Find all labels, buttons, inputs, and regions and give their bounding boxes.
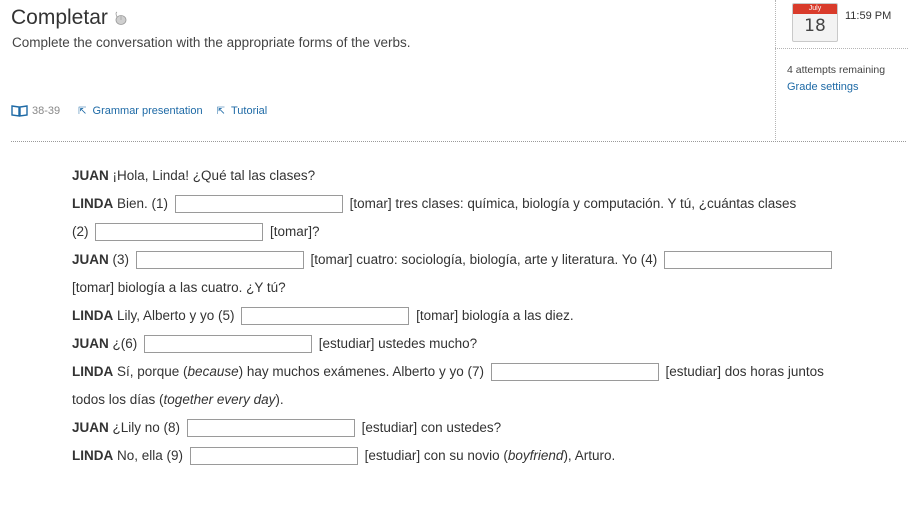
- conversation-line: JUAN ¿(6) [estudiar] ustedes mucho?: [72, 330, 892, 358]
- line-text: (2): [72, 224, 89, 239]
- answer-input-7[interactable]: [490, 363, 659, 382]
- tutorial-link[interactable]: ⇱ Tutorial: [217, 105, 268, 117]
- conversation-line: LINDA Bien. (1) [tomar] tres clases: quí…: [72, 190, 892, 218]
- answer-input-8[interactable]: [186, 419, 355, 438]
- answer-input-2[interactable]: [95, 223, 264, 242]
- answer-input-1[interactable]: [174, 195, 343, 214]
- speaker-name: LINDA: [72, 364, 114, 379]
- gloss: because: [187, 364, 239, 379]
- line-text: [estudiar] con ustedes?: [361, 420, 502, 435]
- line-text: Sí, porque (: [113, 364, 188, 379]
- conversation-line: JUAN ¡Hola, Linda! ¿Qué tal las clases?: [72, 162, 892, 190]
- calendar-month: July: [793, 4, 837, 14]
- line-text: ).: [275, 392, 284, 407]
- due-time: 11:59 PM: [845, 10, 892, 22]
- calendar-day: 18: [804, 16, 826, 36]
- line-text: ¿Lily no (8): [108, 420, 181, 435]
- line-text: [estudiar] dos horas juntos: [665, 364, 824, 379]
- line-text: ), Arturo.: [563, 448, 616, 463]
- speaker-name: JUAN: [72, 252, 109, 267]
- line-text: todos los días (: [72, 392, 164, 407]
- grammar-presentation-label: Grammar presentation: [92, 105, 203, 117]
- speaker-name: LINDA: [72, 196, 114, 211]
- line-text: (3): [108, 252, 130, 267]
- tutorial-label: Tutorial: [230, 105, 268, 117]
- line-text: [tomar] cuatro: sociología, biología, ar…: [310, 252, 658, 267]
- conversation-line: todos los días (together every day).: [72, 386, 892, 414]
- book-icon: [11, 105, 28, 117]
- answer-input-6[interactable]: [144, 335, 313, 354]
- conversation-line: LINDA No, ella (9) [estudiar] con su nov…: [72, 442, 892, 470]
- answer-input-4[interactable]: [664, 251, 832, 270]
- line-text: [estudiar] ustedes mucho?: [318, 336, 478, 351]
- page-title: Completar: [11, 6, 108, 29]
- speaker-name: JUAN: [72, 420, 109, 435]
- grammar-presentation-link[interactable]: ⇱ Grammar presentation: [78, 105, 202, 117]
- conversation-line: LINDA Sí, porque (because) hay muchos ex…: [72, 358, 892, 386]
- speaker-name: LINDA: [72, 448, 114, 463]
- speaker-name: LINDA: [72, 308, 114, 323]
- conversation-line: (2) [tomar]?: [72, 218, 892, 246]
- gloss: boyfriend: [507, 448, 564, 463]
- line-text: ) hay muchos exámenes. Alberto y yo (7): [238, 364, 484, 379]
- conversation: JUAN ¡Hola, Linda! ¿Qué tal las clases? …: [72, 162, 892, 470]
- line-text: [estudiar] con su novio (: [364, 448, 508, 463]
- conversation-line: JUAN ¿Lily no (8) [estudiar] con ustedes…: [72, 414, 892, 442]
- arrow-icon: ⇱: [78, 105, 87, 117]
- instructions: Complete the conversation with the appro…: [12, 35, 411, 50]
- answer-input-5[interactable]: [241, 307, 410, 326]
- line-text: ¡Hola, Linda! ¿Qué tal las clases?: [108, 168, 316, 183]
- line-text: [tomar] biología a las cuatro. ¿Y tú?: [72, 280, 286, 295]
- answer-input-9[interactable]: [189, 447, 358, 466]
- conversation-line: [tomar] biología a las cuatro. ¿Y tú?: [72, 274, 892, 302]
- conversation-line: JUAN (3) [tomar] cuatro: sociología, bio…: [72, 246, 892, 274]
- line-text: No, ella (9): [113, 448, 184, 463]
- line-text: ¿(6): [108, 336, 138, 351]
- reference-links: 38-39 ⇱ Grammar presentation ⇱ Tutorial: [11, 105, 281, 117]
- page-range: 38-39: [32, 105, 61, 117]
- line-text: [tomar]?: [270, 224, 320, 239]
- line-text: [tomar] biología a las diez.: [416, 308, 574, 323]
- line-text: Lily, Alberto y yo (5): [113, 308, 235, 323]
- side-divider: [775, 48, 908, 49]
- gloss: together every day: [163, 392, 276, 407]
- divider: [11, 141, 906, 142]
- line-text: [tomar] tres clases: química, biología y…: [349, 196, 797, 211]
- arrow-icon: ⇱: [216, 105, 225, 117]
- mouse-icon: [115, 11, 127, 25]
- calendar-icon: July 18: [792, 3, 838, 42]
- speaker-name: JUAN: [72, 168, 109, 183]
- line-text: Bien. (1): [113, 196, 169, 211]
- conversation-line: LINDA Lily, Alberto y yo (5) [tomar] bio…: [72, 302, 892, 330]
- speaker-name: JUAN: [72, 336, 109, 351]
- grade-settings-link[interactable]: Grade settings: [787, 81, 859, 93]
- page-title-wrap: Completar: [11, 5, 128, 31]
- attempts-remaining: 4 attempts remaining: [787, 64, 886, 76]
- answer-input-3[interactable]: [135, 251, 304, 270]
